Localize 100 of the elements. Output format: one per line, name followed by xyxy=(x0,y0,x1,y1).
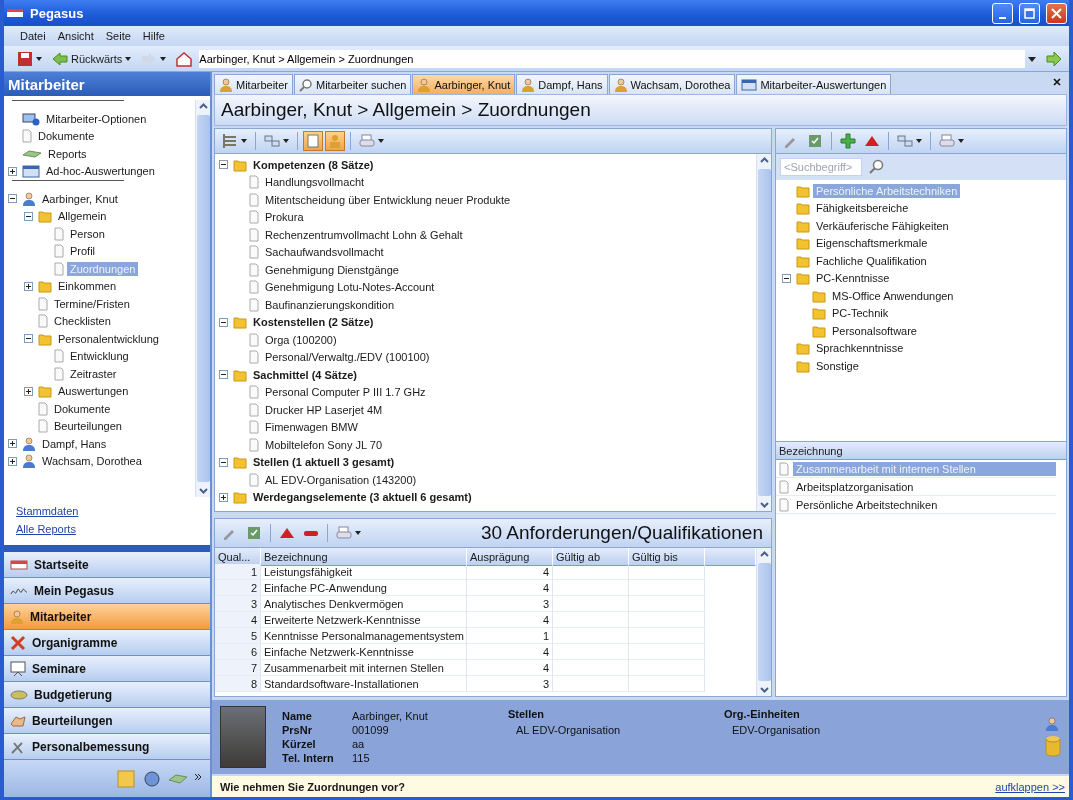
maximize-button[interactable] xyxy=(1019,2,1040,24)
tree-item[interactable]: Sachmittel (4 Sätze) xyxy=(250,367,360,382)
menu-item[interactable]: Ansicht xyxy=(53,30,98,42)
tree-item[interactable]: Genehmigung Lotu-Notes-Account xyxy=(262,280,438,295)
tree-item[interactable]: Werdegangselemente (3 aktuell 6 gesamt) xyxy=(250,490,475,505)
tree-item[interactable]: Wachsam, Dorothea xyxy=(39,454,145,469)
tree-item[interactable]: Einkommen xyxy=(55,279,120,294)
tree-item[interactable]: Dokumente xyxy=(35,129,98,144)
tree-item[interactable]: Stellen (1 aktuell 3 gesamt) xyxy=(250,455,398,470)
minimize-button[interactable] xyxy=(992,2,1013,24)
tree-item[interactable]: Ad-hoc-Auswertungen xyxy=(43,164,158,179)
menu-item[interactable]: Datei xyxy=(16,30,50,42)
tree-item[interactable]: Aarbinger, Knut xyxy=(39,191,121,206)
tab[interactable]: Mitarbeiter xyxy=(214,74,293,94)
nav-button[interactable]: Mitarbeiter xyxy=(4,604,210,630)
link[interactable]: Alle Reports xyxy=(16,523,76,535)
search-icon[interactable] xyxy=(868,159,884,175)
tab[interactable]: Mitarbeiter suchen xyxy=(293,74,412,94)
nav-button[interactable]: Startseite xyxy=(4,552,210,578)
address-field[interactable]: Aarbinger, Knut > Allgemein > Zuordnungen xyxy=(199,49,1025,68)
collapse-icon[interactable] xyxy=(219,457,228,467)
tree-item[interactable]: Kostenstellen (2 Sätze) xyxy=(250,315,377,330)
column-header[interactable]: Bezeichnung xyxy=(261,548,467,566)
scroll-thumb[interactable] xyxy=(757,563,771,681)
tab[interactable]: Dampf, Hans xyxy=(516,74,608,94)
tree-item[interactable]: Eigenschaftsmerkmale xyxy=(813,236,931,251)
close-button[interactable] xyxy=(1046,2,1067,24)
collapse-icon[interactable] xyxy=(219,317,228,327)
menu-item[interactable]: Hilfe xyxy=(138,30,169,42)
tree-item[interactable]: AL EDV-Organisation (143200) xyxy=(262,472,420,487)
search-field[interactable]: <Suchbegriff> xyxy=(780,158,862,176)
column-header[interactable]: Bezeichnung xyxy=(776,442,1066,460)
expand-link[interactable]: aufklappen >> xyxy=(995,780,1065,793)
list-item[interactable]: Arbeitsplatzorganisation xyxy=(793,479,1056,494)
tree-item[interactable]: Sprachkenntnisse xyxy=(813,341,907,356)
menu-item[interactable]: Seite xyxy=(101,30,135,42)
tree-item[interactable]: Reports xyxy=(45,146,90,161)
tree-item[interactable]: Personalsoftware xyxy=(829,323,920,338)
tab[interactable]: Wachsam, Dorothea xyxy=(608,74,736,94)
tree-item[interactable]: Dokumente xyxy=(51,401,114,416)
tree-item[interactable]: Drucker HP Laserjet 4M xyxy=(262,402,386,417)
column-header[interactable]: Ausprägung xyxy=(467,548,553,566)
document-view-button[interactable] xyxy=(303,131,323,151)
expand-icon[interactable] xyxy=(219,492,228,502)
tree-item[interactable]: Handlungsvollmacht xyxy=(262,175,368,190)
tree-item[interactable]: Beurteilungen xyxy=(51,419,125,434)
tree-item[interactable]: Dampf, Hans xyxy=(39,436,110,451)
tree-item[interactable]: Orga (100200) xyxy=(262,332,340,347)
column-header[interactable]: Gültig bis xyxy=(629,548,705,566)
nav-button[interactable]: Budgetierung xyxy=(4,682,210,708)
collapse-icon[interactable] xyxy=(219,370,228,380)
tree-item[interactable]: Personal Computer P III 1.7 GHz xyxy=(262,385,429,400)
expand-icon[interactable] xyxy=(8,439,17,449)
tree-item[interactable]: MS-Office Anwendungen xyxy=(829,288,957,303)
tree-item[interactable]: Profil xyxy=(67,244,99,259)
tree-item[interactable]: Fachliche Qualifikation xyxy=(813,253,930,268)
tree-item[interactable]: Checklisten xyxy=(51,314,114,329)
collapse-icon[interactable] xyxy=(24,334,33,344)
nav-button[interactable]: Personalbemessung xyxy=(4,734,210,760)
tree-item[interactable]: PC-Technik xyxy=(829,306,892,321)
back-button[interactable]: Rückwärts xyxy=(49,48,135,69)
tree-item[interactable]: Genehmigung Dienstgänge xyxy=(262,262,402,277)
tree-item[interactable]: Allgemein xyxy=(55,209,110,224)
tree-item[interactable]: Fähigkeitsbereiche xyxy=(813,201,912,216)
expand-icon[interactable] xyxy=(24,281,33,291)
tree-item[interactable]: Auswertungen xyxy=(55,384,132,399)
tree-item[interactable]: Baufinanzierungskondition xyxy=(262,297,398,312)
column-header[interactable]: Gültig ab xyxy=(553,548,629,566)
expand-icon[interactable] xyxy=(8,166,17,176)
tree-item[interactable]: Kompetenzen (8 Sätze) xyxy=(250,157,377,172)
expand-icon[interactable] xyxy=(24,386,33,396)
tree-item[interactable]: Mitarbeiter-Optionen xyxy=(43,111,150,126)
link[interactable]: Stammdaten xyxy=(16,505,79,517)
tree-item[interactable]: Mitentscheidung über Entwicklung neuer Produkte xyxy=(262,192,514,207)
tree-item[interactable]: Personal/Verwaltg./EDV (100100) xyxy=(262,350,433,365)
expand-icon[interactable] xyxy=(8,456,17,466)
tree-item[interactable]: Personalentwicklung xyxy=(55,331,162,346)
nav-button[interactable]: Seminare xyxy=(4,656,210,682)
tree-item[interactable]: Sachaufwandsvollmacht xyxy=(262,245,387,260)
tree-item[interactable]: Entwicklung xyxy=(67,349,132,364)
tab[interactable]: Mitarbeiter-Auswertungen xyxy=(736,74,892,94)
tree-item[interactable]: Verkäuferische Fähigkeiten xyxy=(813,218,952,233)
collapse-icon[interactable] xyxy=(8,194,17,204)
nav-button[interactable]: Mein Pegasus xyxy=(4,578,210,604)
tree-item[interactable]: Mobiltelefon Sony JL 70 xyxy=(262,437,385,452)
add-button[interactable] xyxy=(837,131,859,151)
tree-item[interactable]: Fimenwagen BMW xyxy=(262,420,361,435)
tree-item[interactable]: Zeitraster xyxy=(67,366,120,381)
tree-item[interactable]: Termine/Fristen xyxy=(51,296,133,311)
collapse-icon[interactable] xyxy=(24,211,33,221)
tree-item[interactable]: Rechenzentrumvollmacht Lohn & Gehalt xyxy=(262,227,466,242)
tree-item[interactable]: Sonstige xyxy=(813,358,862,373)
tab[interactable]: Aarbinger, Knut xyxy=(412,74,516,94)
nav-button[interactable]: Beurteilungen xyxy=(4,708,210,734)
scrollbar[interactable] xyxy=(756,548,771,696)
collapse-icon[interactable] xyxy=(782,273,791,283)
list-item[interactable]: Persönliche Arbeitstechniken xyxy=(793,497,1056,512)
collapse-icon[interactable] xyxy=(219,160,228,170)
tree-item[interactable]: PC-Kenntnisse xyxy=(813,271,893,286)
person-view-button[interactable] xyxy=(325,131,345,151)
